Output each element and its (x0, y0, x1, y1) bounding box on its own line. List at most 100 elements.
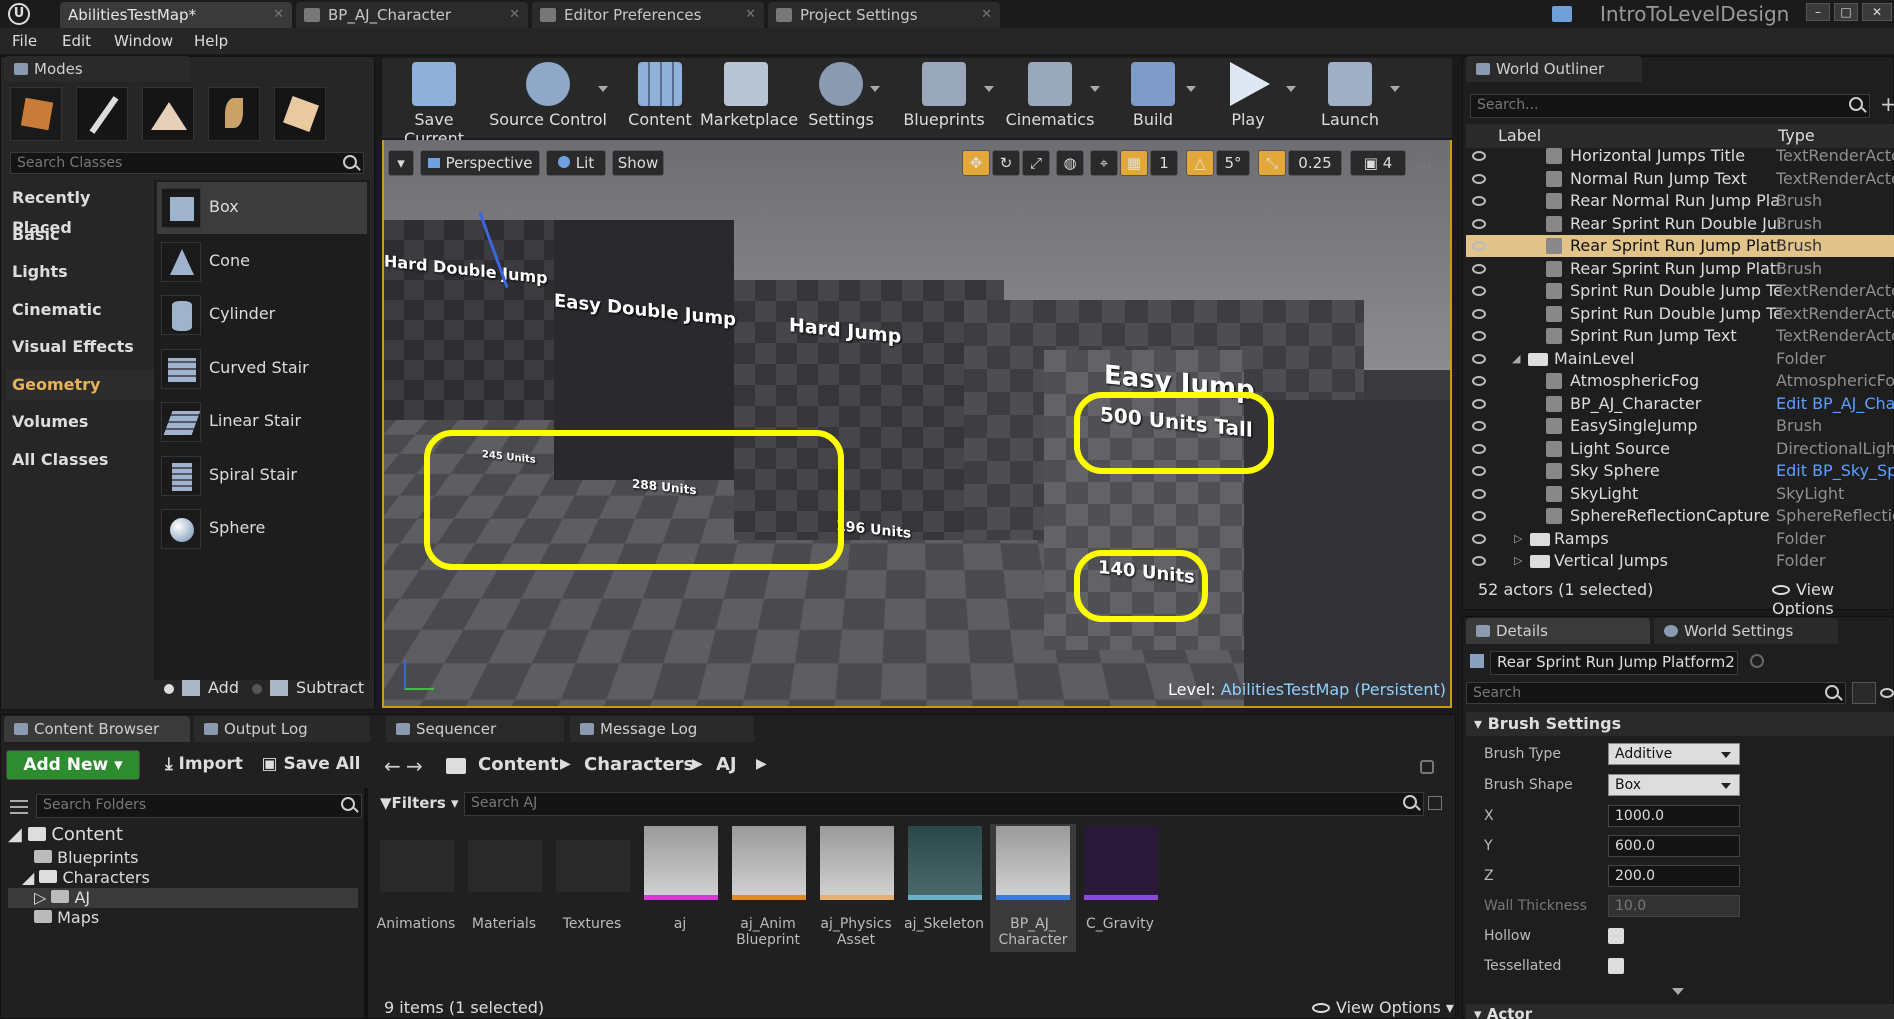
expand-arrow-icon[interactable] (1672, 988, 1684, 995)
geometry-mode-button[interactable] (274, 87, 326, 141)
item-cone[interactable]: Cone (157, 236, 367, 288)
outliner-row[interactable]: Normal Run Jump Text TextRenderActor (1466, 168, 1894, 190)
outliner-row[interactable]: Sprint Run Double Jump Text TextRenderAct… (1466, 280, 1894, 302)
y-input[interactable]: 600.0 (1608, 835, 1740, 857)
import-button[interactable]: ⤓ Import (152, 750, 256, 780)
category-visual-effects[interactable]: Visual Effects (6, 332, 154, 362)
marketplace-button[interactable]: Marketplace (700, 58, 792, 136)
content-view-options[interactable]: View Options ▾ (1312, 998, 1454, 1017)
visibility-eye-icon[interactable] (1472, 444, 1486, 454)
menu-edit[interactable]: Edit (62, 28, 91, 54)
asset-animations[interactable]: Animations (376, 824, 456, 952)
chevron-down-icon[interactable] (984, 86, 994, 92)
content-browser-tab[interactable]: Content Browser (4, 716, 190, 742)
asset-aj[interactable]: aj (640, 824, 720, 952)
details-search-input[interactable]: Search (1466, 682, 1846, 704)
item-sphere[interactable]: Sphere (157, 503, 367, 555)
modes-tab[interactable]: Modes (4, 56, 190, 82)
chevron-down-icon[interactable] (1186, 86, 1196, 92)
rotation-snap-button[interactable]: △ (1186, 150, 1214, 176)
outliner-row[interactable]: Sprint Run Double Jump Text TextRenderAct… (1466, 303, 1894, 325)
item-spiral-stair[interactable]: Spiral Stair (157, 450, 367, 502)
visibility-eye-icon[interactable] (1472, 376, 1486, 386)
collapsed-arrow-icon[interactable]: ▷ (1514, 550, 1522, 572)
outliner-row[interactable]: Rear Sprint Run Double Jump Brush (1466, 213, 1894, 235)
hollow-checkbox[interactable] (1608, 928, 1624, 944)
tessellated-checkbox[interactable] (1608, 958, 1624, 974)
path-characters[interactable]: Characters (584, 754, 694, 775)
x-input[interactable]: 1000.0 (1608, 805, 1740, 827)
filters-button[interactable]: ▼Filters ▾ (380, 794, 459, 812)
asset-aj-physics-asset[interactable]: aj_Physics Asset (816, 824, 896, 952)
visibility-eye-icon[interactable] (1472, 534, 1486, 544)
paint-mode-button[interactable] (76, 87, 128, 141)
outliner-search-input[interactable]: Search... (1470, 94, 1870, 118)
category-volumes[interactable]: Volumes (6, 407, 154, 437)
close-icon[interactable]: ✕ (981, 2, 992, 28)
outliner-row[interactable]: AtmosphericFog AtmosphericFog (1466, 370, 1894, 392)
visibility-eye-icon[interactable] (1472, 286, 1486, 296)
chevron-down-icon[interactable] (1286, 86, 1296, 92)
search-classes-input[interactable]: Search Classes (10, 152, 364, 174)
object-name-input[interactable]: Rear Sprint Run Jump Platform2 (1490, 651, 1738, 675)
add-new-button[interactable]: Add New ▾ (6, 750, 140, 780)
lock-icon[interactable] (1750, 654, 1764, 668)
visibility-eye-icon[interactable] (1472, 421, 1486, 431)
sequencer-tab[interactable]: Sequencer (386, 716, 564, 742)
outliner-row[interactable]: ▷ Vertical Jumps Folder (1466, 550, 1894, 572)
add-radio[interactable] (164, 684, 174, 694)
visibility-eye-icon[interactable] (1472, 196, 1486, 206)
item-box[interactable]: Box (157, 182, 367, 234)
source-control-button[interactable]: Source Control (488, 58, 608, 136)
tree-characters[interactable]: ◢ Characters (22, 868, 150, 887)
category-geometry[interactable]: Geometry (6, 370, 154, 400)
column-type[interactable]: Type (1778, 126, 1815, 145)
asset-c-gravity[interactable]: C_Gravity (1080, 824, 1160, 952)
visibility-eye-icon[interactable] (1472, 511, 1486, 521)
play-button[interactable]: Play (1200, 58, 1296, 136)
outliner-row[interactable]: EasySingleJump Brush (1466, 415, 1894, 437)
subtract-radio[interactable] (252, 684, 262, 694)
item-curved-stair[interactable]: Curved Stair (157, 343, 367, 395)
surface-snap-button[interactable]: ⌖ (1090, 150, 1118, 176)
doc-tab-project-settings[interactable]: Project Settings ✕ (768, 2, 1000, 28)
forward-arrow-icon[interactable]: → (406, 754, 423, 778)
content-button[interactable]: Content (622, 58, 698, 136)
doc-tab-bp-aj-character[interactable]: BP_AJ_Character ✕ (296, 2, 528, 28)
outliner-row[interactable]: Rear Normal Run Jump Platfo Brush (1466, 190, 1894, 212)
visibility-eye-icon[interactable] (1472, 264, 1486, 274)
scale-snap-value[interactable]: 0.25 (1288, 150, 1342, 176)
tree-content[interactable]: ◢ Content (8, 824, 123, 845)
asset-textures[interactable]: Textures (552, 824, 632, 952)
path-aj[interactable]: AJ (716, 754, 737, 775)
brush-shape-select[interactable]: Box (1608, 774, 1740, 796)
visibility-eye-icon[interactable] (1472, 219, 1486, 229)
asset-aj-skeleton[interactable]: aj_Skeleton (904, 824, 984, 952)
outliner-add-icon[interactable]: + (1880, 92, 1894, 116)
unreal-logo-icon[interactable]: U (8, 3, 30, 25)
world-settings-tab[interactable]: World Settings (1654, 618, 1838, 644)
visibility-eye-icon[interactable] (1472, 399, 1486, 409)
visibility-eye-icon[interactable] (1472, 331, 1486, 341)
close-icon[interactable]: ✕ (509, 2, 520, 28)
lock-icon[interactable] (1420, 760, 1434, 774)
chevron-down-icon[interactable] (870, 86, 880, 92)
viewport-options-button[interactable]: ▾ (388, 150, 414, 176)
grid-snap-value[interactable]: 1 (1150, 150, 1178, 176)
collapsed-arrow-icon[interactable]: ▷ (1514, 528, 1522, 550)
scale-mode-button[interactable]: ⤢ (1022, 150, 1050, 176)
details-tab[interactable]: Details (1466, 618, 1650, 644)
expanded-arrow-icon[interactable]: ◢ (1512, 348, 1520, 370)
asset-materials[interactable]: Materials (464, 824, 544, 952)
outliner-row-type[interactable]: Edit BP_Sky_Sp (1776, 460, 1894, 482)
chevron-down-icon[interactable] (598, 86, 608, 92)
maximize-button[interactable]: □ (1834, 3, 1858, 21)
build-button[interactable]: Build (1110, 58, 1196, 136)
asset-bp-aj-character[interactable]: BP_AJ_ Character (990, 824, 1076, 952)
output-log-tab[interactable]: Output Log (194, 716, 370, 742)
close-icon[interactable]: ✕ (745, 2, 756, 28)
blueprints-button[interactable]: Blueprints (894, 58, 994, 136)
close-window-button[interactable]: ✕ (1862, 3, 1892, 21)
grid-snap-button[interactable]: ▦ (1120, 150, 1148, 176)
search-folders-input[interactable]: Search Folders (36, 794, 362, 818)
